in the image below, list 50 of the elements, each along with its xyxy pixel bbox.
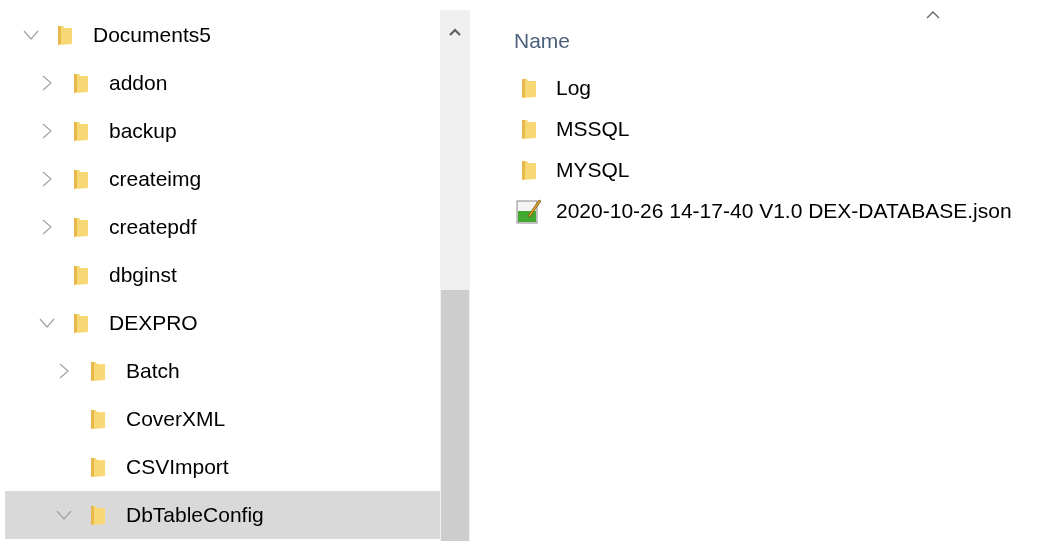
document-pencil-icon xyxy=(516,197,542,224)
column-header[interactable]: Name xyxy=(514,25,571,57)
folder-icon xyxy=(90,456,106,478)
file-item[interactable]: Log xyxy=(514,67,1041,108)
file-name: 2020-10-26 14-17-40 V1.0 DEX-DATABASE.json xyxy=(556,197,1012,224)
tree-item[interactable]: CSVImport xyxy=(5,443,440,491)
folder-icon xyxy=(73,312,89,334)
folder-icon xyxy=(521,117,537,140)
tree-item[interactable]: Documents5 xyxy=(5,11,440,59)
tree-item-label: createpdf xyxy=(109,214,197,241)
folder-icon xyxy=(73,216,89,238)
folder-icon xyxy=(57,24,73,46)
tree-item[interactable]: createimg xyxy=(5,155,440,203)
scrollbar-thumb[interactable] xyxy=(441,290,469,541)
folder-icon xyxy=(73,72,89,94)
file-name: Log xyxy=(556,74,592,101)
tree-item-label: Documents5 xyxy=(93,22,211,49)
folder-icon xyxy=(90,408,106,430)
tree-item-label: DbTableConfig xyxy=(126,502,264,529)
folder-icon xyxy=(521,76,537,99)
scrollbar[interactable] xyxy=(440,10,470,541)
file-item[interactable]: MYSQL xyxy=(514,149,1041,190)
tree-item-label: DEXPRO xyxy=(109,310,198,337)
tree-item-label: backup xyxy=(109,118,177,145)
folder-icon xyxy=(521,158,537,181)
file-item[interactable]: MSSQL xyxy=(514,108,1041,149)
folder-icon xyxy=(73,168,89,190)
tree-item[interactable]: backup xyxy=(5,107,440,155)
tree-item[interactable]: CoverXML xyxy=(5,395,440,443)
tree-item[interactable]: Batch xyxy=(5,347,440,395)
folder-icon xyxy=(73,264,89,286)
folder-icon xyxy=(90,504,106,526)
folder-icon xyxy=(90,360,106,382)
tree-item-label: createimg xyxy=(109,166,202,193)
scroll-up-icon[interactable] xyxy=(448,27,462,37)
folder-icon xyxy=(73,120,89,142)
file-item[interactable]: 2020-10-26 14-17-40 V1.0 DEX-DATABASE.json xyxy=(514,190,1041,231)
tree-item[interactable]: DbTableConfig xyxy=(5,491,440,539)
file-name: MSSQL xyxy=(556,115,630,142)
tree-item-label: addon xyxy=(109,70,168,97)
tree-item-label: CoverXML xyxy=(126,406,226,433)
tree-item[interactable]: addon xyxy=(5,59,440,107)
file-name: MYSQL xyxy=(556,156,630,183)
tree-item[interactable]: dbginst xyxy=(5,251,440,299)
tree-item-label: dbginst xyxy=(109,262,177,289)
sort-caret-icon[interactable] xyxy=(925,10,941,20)
tree-item[interactable]: DEXPRO xyxy=(5,299,440,347)
tree-item-label: CSVImport xyxy=(126,454,229,481)
tree-item-label: Batch xyxy=(126,358,180,385)
tree-item[interactable]: createpdf xyxy=(5,203,440,251)
